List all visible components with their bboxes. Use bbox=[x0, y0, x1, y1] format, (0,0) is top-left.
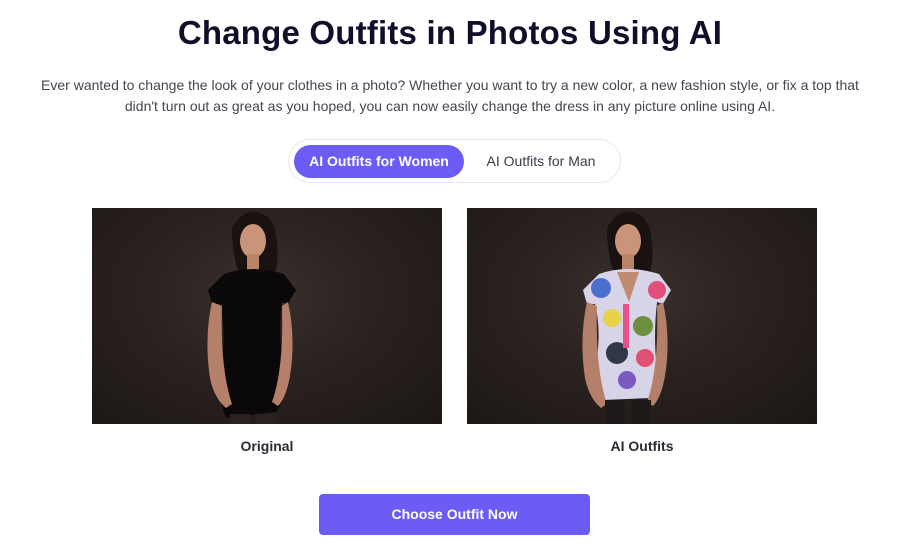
ai-outfit-photo bbox=[467, 208, 817, 424]
ai-outfit-caption: AI Outfits bbox=[610, 438, 674, 454]
page-title: Change Outfits in Photos Using AI bbox=[177, 14, 723, 51]
original-caption: Original bbox=[240, 438, 294, 454]
original-photo bbox=[92, 208, 442, 424]
tab-man[interactable]: AI Outfits for Man bbox=[469, 145, 613, 178]
page-description: Ever wanted to change the look of your c… bbox=[41, 77, 859, 114]
outfit-tabs: AI Outfits for Women AI Outfits for Man bbox=[288, 139, 621, 183]
tab-women[interactable]: AI Outfits for Women bbox=[294, 145, 464, 178]
choose-outfit-button[interactable]: Choose Outfit Now bbox=[319, 494, 590, 535]
